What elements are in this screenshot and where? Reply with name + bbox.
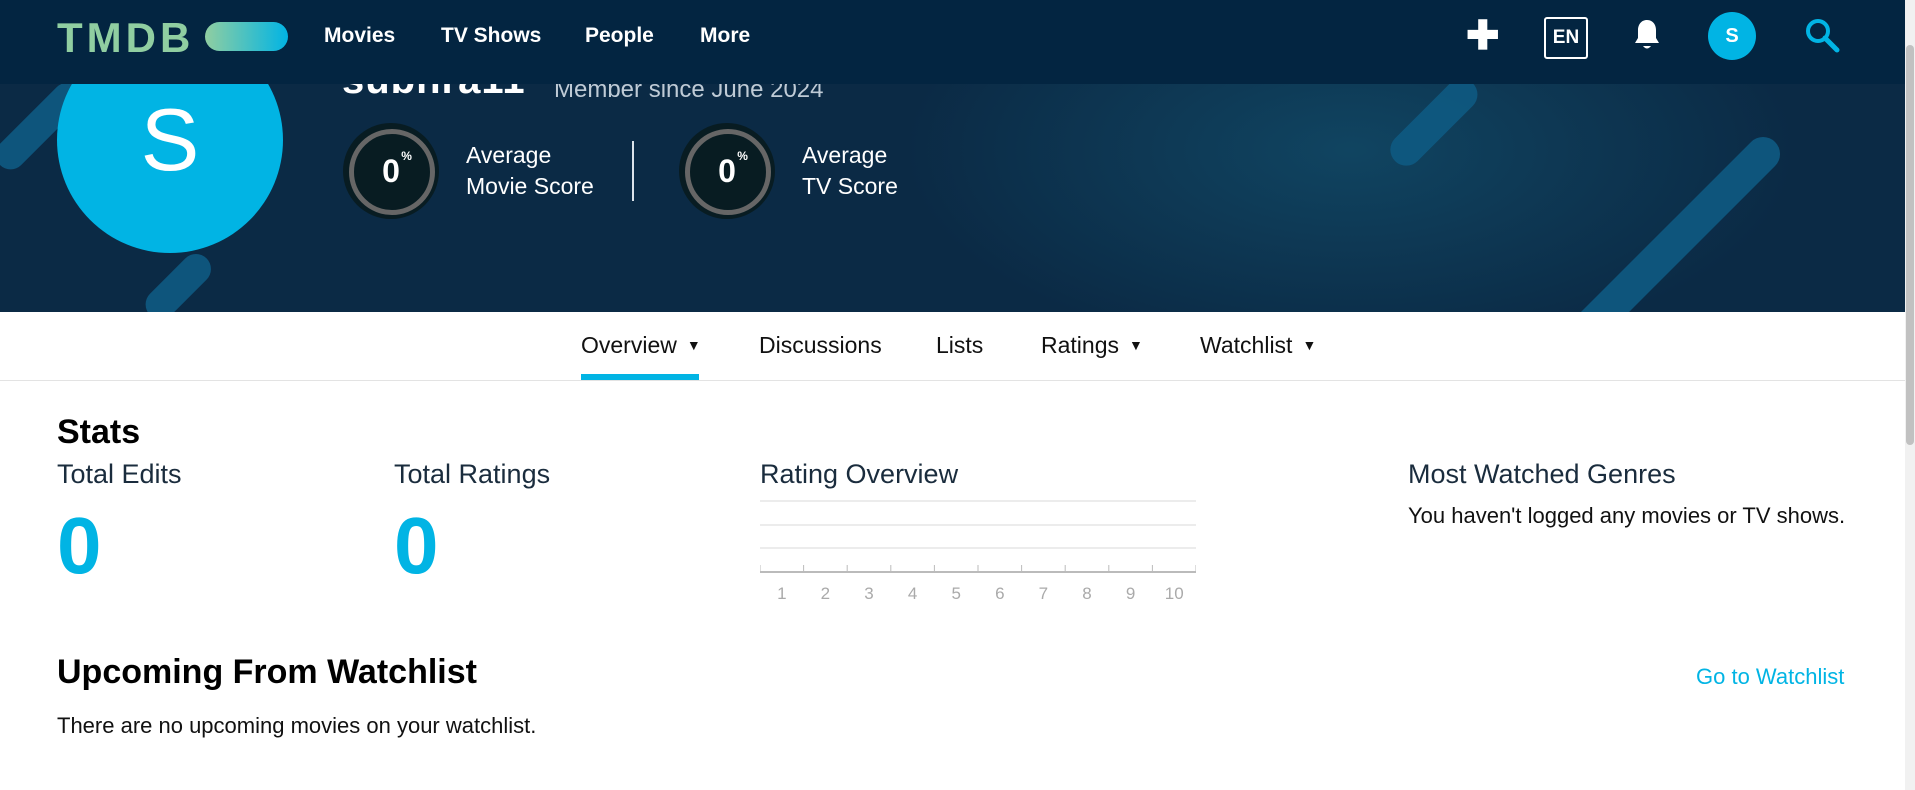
tab-overview[interactable]: Overview ▼: [581, 332, 701, 359]
upcoming-empty-text: There are no upcoming movies on your wat…: [57, 713, 537, 738]
chart-tick-label: 1: [777, 584, 786, 603]
search-icon[interactable]: [1804, 17, 1840, 53]
upcoming-heading: Upcoming From Watchlist: [57, 653, 477, 691]
nav-tv-shows[interactable]: TV Shows: [441, 24, 541, 48]
chart-tick-label: 8: [1082, 584, 1091, 603]
tv-score-label-line2: TV Score: [802, 173, 898, 199]
chart-tick-label: 4: [908, 584, 917, 603]
chart-tick-label: 3: [864, 584, 873, 603]
caret-down-icon: ▼: [1128, 337, 1143, 353]
movie-score-chart: 0%: [343, 123, 439, 219]
chart-tick-label: 5: [951, 584, 960, 603]
caret-down-icon: ▼: [686, 337, 701, 353]
active-tab-indicator: [581, 374, 699, 380]
score-divider: [632, 141, 634, 201]
chart-tick-label: 6: [995, 584, 1004, 603]
bell-icon[interactable]: [1633, 18, 1661, 52]
total-edits-label: Total Edits: [57, 459, 182, 489]
movie-score-label-line1: Average: [466, 142, 552, 168]
caret-down-icon: ▼: [1302, 337, 1317, 353]
chart-tick-label: 7: [1039, 584, 1048, 603]
rating-overview-label: Rating Overview: [760, 459, 959, 489]
scrollbar-thumb[interactable]: [1906, 45, 1914, 445]
genres-empty-text: You haven't logged any movies or TV show…: [1408, 503, 1846, 528]
chart-tick-label: 2: [821, 584, 830, 603]
total-ratings-label: Total Ratings: [394, 459, 551, 489]
decor-stripe: [139, 247, 218, 312]
tab-lists-label: Lists: [936, 332, 984, 358]
movie-score-label-line2: Movie Score: [466, 173, 594, 199]
movie-score-value: 0%: [382, 148, 412, 189]
tv-score-label-line1: Average: [802, 142, 888, 168]
language-button[interactable]: EN: [1544, 17, 1588, 59]
nav-movies[interactable]: Movies: [324, 24, 395, 48]
tab-discussions[interactable]: Discussions: [759, 332, 882, 359]
tab-lists[interactable]: Lists: [936, 332, 983, 359]
tab-discussions-label: Discussions: [759, 332, 882, 358]
percent-sign: %: [401, 148, 412, 163]
profile-tabs: Overview ▼ Discussions Lists Ratings ▼ Wat…: [0, 312, 1905, 381]
tab-watchlist-label: Watchlist: [1200, 332, 1293, 358]
chart-tick-label: 9: [1126, 584, 1135, 603]
rating-overview-chart: 1 2 3 4 5 6 7 8 9 10: [760, 500, 1196, 603]
nav-more[interactable]: More: [700, 24, 750, 48]
tv-score-chart: 0%: [679, 123, 775, 219]
chart-tick-label: 10: [1165, 584, 1184, 603]
most-watched-genres-label: Most Watched Genres: [1408, 459, 1676, 489]
logo-pill[interactable]: [205, 22, 288, 51]
tab-overview-label: Overview: [581, 332, 677, 358]
plus-icon[interactable]: ✚: [1466, 14, 1500, 58]
tab-ratings-label: Ratings: [1041, 332, 1119, 358]
tab-watchlist[interactable]: Watchlist ▼: [1200, 332, 1316, 359]
percent-sign: %: [737, 148, 748, 163]
user-avatar-button[interactable]: S: [1708, 12, 1756, 60]
nav-people[interactable]: People: [585, 24, 654, 48]
stats-heading: Stats: [57, 413, 141, 451]
total-ratings-value: 0: [394, 501, 439, 590]
tmdb-logo[interactable]: TMDB: [57, 14, 194, 62]
tab-ratings[interactable]: Ratings ▼: [1041, 332, 1143, 359]
total-edits-value: 0: [57, 501, 102, 590]
movie-score-label: Average Movie Score: [466, 140, 594, 202]
top-navigation: TMDB Movies TV Shows People More ✚ EN S: [0, 0, 1905, 84]
go-to-watchlist-link[interactable]: Go to Watchlist: [1696, 664, 1844, 690]
tv-score-value: 0%: [718, 148, 748, 189]
tv-score-label: Average TV Score: [802, 140, 898, 202]
